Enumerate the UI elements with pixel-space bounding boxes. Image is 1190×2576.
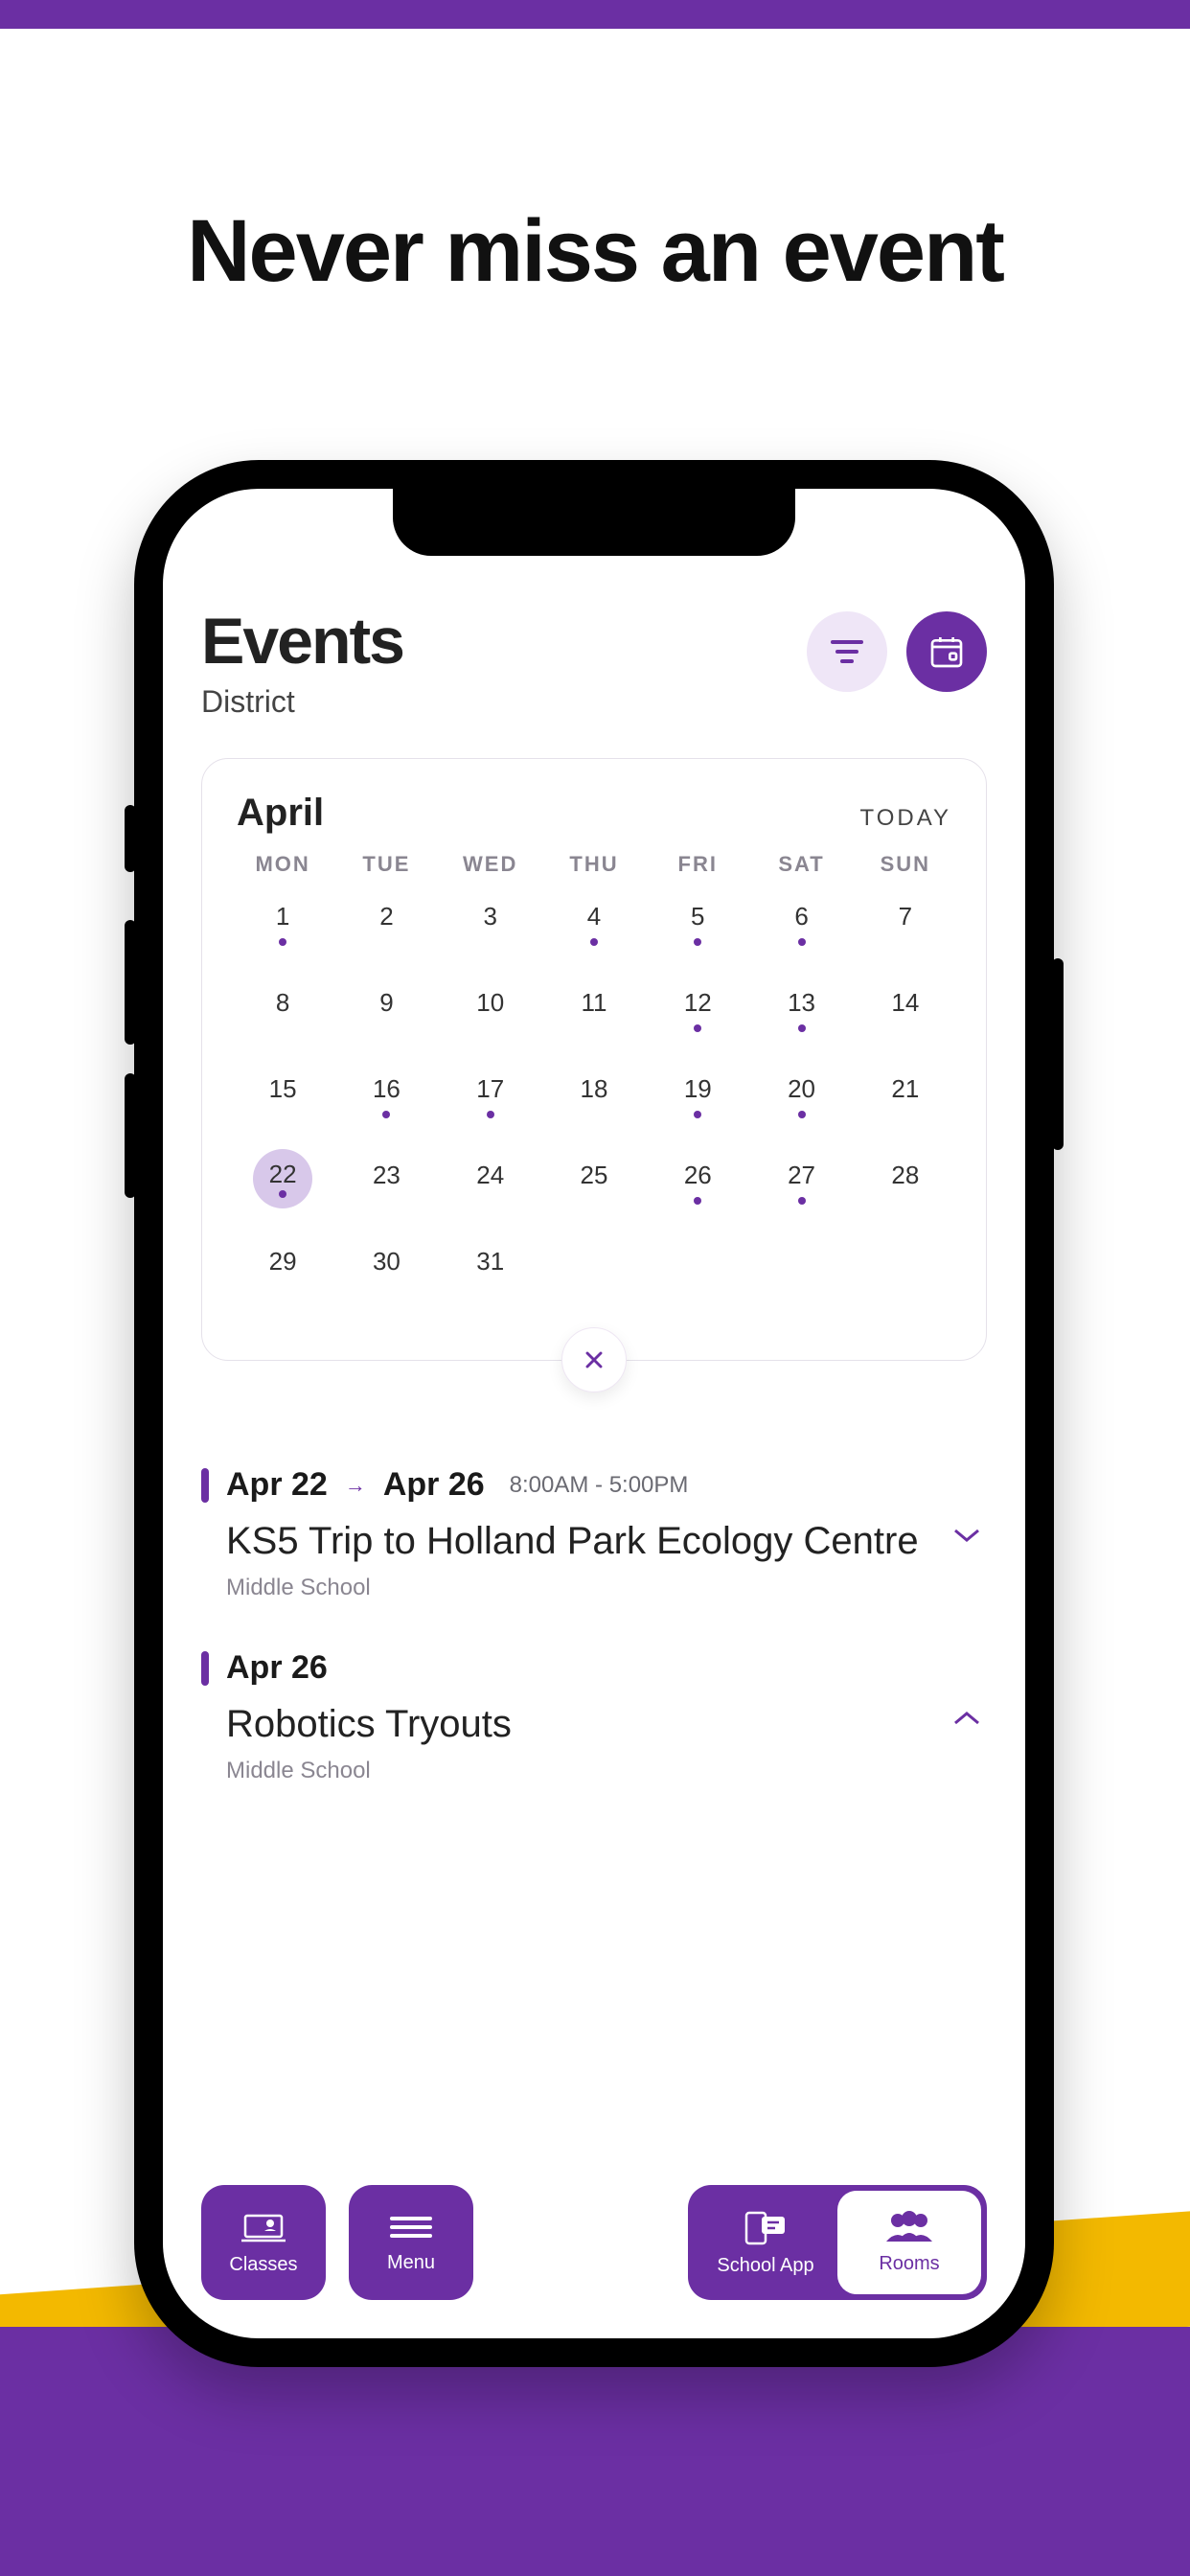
rooms-icon [881,2211,938,2245]
calendar-dow: SAT [749,852,853,883]
calendar-day[interactable]: 12 [646,982,749,1055]
calendar-day[interactable]: 5 [646,896,749,969]
event-start-date: Apr 22 [226,1466,328,1504]
calendar-day[interactable]: 8 [231,982,334,1055]
calendar-day[interactable]: 7 [854,896,957,969]
segment-rooms-label: Rooms [879,2253,939,2275]
calendar-day[interactable]: 23 [334,1155,438,1228]
calendar-day[interactable]: 10 [439,982,542,1055]
calendar-today-button[interactable]: TODAY [860,805,951,832]
segment-schoolapp[interactable]: School App [694,2191,837,2294]
calendar-day[interactable]: 21 [854,1069,957,1141]
calendar-day[interactable]: 25 [542,1155,646,1228]
page-subtitle: District [201,684,807,720]
bottom-segmented: School App Rooms [688,2185,987,2300]
calendar-dow: WED [439,852,542,883]
calendar-day[interactable]: 11 [542,982,646,1055]
calendar-day[interactable]: 17 [439,1069,542,1141]
calendar-dow: SUN [854,852,957,883]
calendar-day[interactable]: 1 [231,896,334,969]
chevron-down-icon[interactable] [952,1517,987,1544]
segment-schoolapp-label: School App [717,2255,813,2277]
calendar-day[interactable]: 24 [439,1155,542,1228]
bottom-classes-button[interactable]: Classes [201,2185,326,2300]
calendar-day[interactable]: 2 [334,896,438,969]
event-accent-bar [201,1651,209,1686]
segment-rooms[interactable]: Rooms [837,2191,981,2294]
event-title: KS5 Trip to Holland Park Ecology Centre [226,1517,952,1565]
calendar-day[interactable]: 4 [542,896,646,969]
event-location: Middle School [226,1758,952,1784]
schoolapp-icon [741,2209,790,2247]
calendar-day[interactable]: 27 [749,1155,853,1228]
event-item[interactable]: Apr 26 Robotics Tryouts Middle School [201,1649,987,1784]
chevron-up-icon[interactable] [952,1700,987,1727]
calendar-day[interactable]: 26 [646,1155,749,1228]
calendar-dow: FRI [646,852,749,883]
calendar-day[interactable]: 14 [854,982,957,1055]
promo-topbar [0,0,1190,29]
bottom-classes-label: Classes [229,2254,297,2276]
calendar-day[interactable]: 20 [749,1069,853,1141]
bottom-menu-button[interactable]: Menu [349,2185,473,2300]
bottom-menu-label: Menu [387,2252,435,2274]
event-accent-bar [201,1468,209,1503]
filter-button[interactable] [807,611,887,692]
calendar-collapse-button[interactable] [561,1327,627,1392]
calendar-day[interactable]: 16 [334,1069,438,1141]
calendar-day[interactable]: 22 [231,1155,334,1228]
calendar-day[interactable]: 6 [749,896,853,969]
filter-icon [831,640,863,663]
event-title: Robotics Tryouts [226,1700,952,1748]
calendar-day[interactable]: 29 [231,1241,334,1314]
calendar-day[interactable]: 15 [231,1069,334,1141]
calendar-month: April [237,792,324,835]
calendar-card: April TODAY MONTUEWEDTHUFRISATSUN1234567… [201,758,987,1361]
phone-frame: Events District [134,460,1054,2367]
event-end-date: Apr 26 [383,1466,485,1504]
calendar-day[interactable]: 28 [854,1155,957,1228]
phone-notch [393,489,795,556]
arrow-right-icon: → [345,1473,366,1498]
calendar-day[interactable]: 13 [749,982,853,1055]
event-time: 8:00AM - 5:00PM [510,1472,689,1499]
promo-headline: Never miss an event [0,201,1190,302]
event-start-date: Apr 26 [226,1649,328,1687]
event-location: Middle School [226,1575,952,1601]
calendar-icon [927,632,966,671]
menu-icon [390,2212,432,2242]
calendar-day[interactable]: 30 [334,1241,438,1314]
calendar-day[interactable]: 18 [542,1069,646,1141]
calendar-dow: THU [542,852,646,883]
event-item[interactable]: Apr 22 → Apr 26 8:00AM - 5:00PM KS5 Trip to … [201,1466,987,1601]
close-icon [581,1346,607,1373]
calendar-view-button[interactable] [906,611,987,692]
calendar-day[interactable]: 3 [439,896,542,969]
calendar-dow: MON [231,852,334,883]
page-title: Events [201,604,807,678]
calendar-day[interactable]: 31 [439,1241,542,1314]
calendar-day[interactable]: 19 [646,1069,749,1141]
calendar-dow: TUE [334,852,438,883]
classes-icon [241,2210,286,2244]
calendar-day[interactable]: 9 [334,982,438,1055]
